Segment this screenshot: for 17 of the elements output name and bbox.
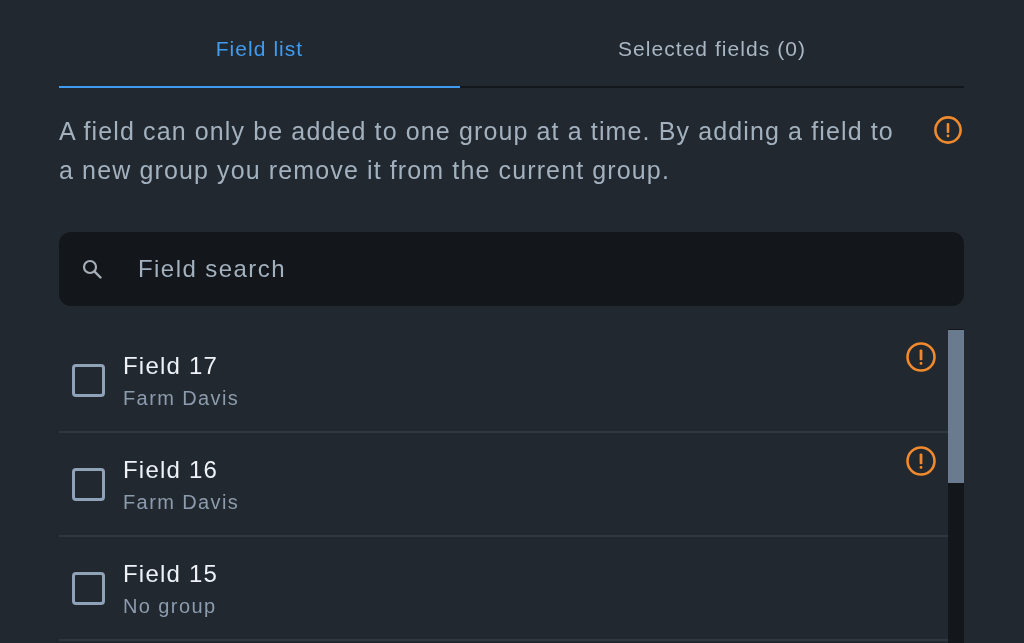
field-name: Field 15 bbox=[123, 558, 218, 589]
group-name: No group bbox=[123, 593, 217, 619]
scrollbar-thumb[interactable] bbox=[948, 330, 964, 483]
field-name: Field 16 bbox=[123, 454, 218, 485]
warning-icon bbox=[934, 116, 962, 144]
search-field[interactable]: Field search bbox=[59, 232, 964, 306]
checkbox[interactable] bbox=[72, 571, 105, 605]
scrollbar[interactable] bbox=[948, 329, 964, 643]
tab[interactable]: Selected fields (0) bbox=[460, 0, 964, 88]
group-name: Farm Davis bbox=[123, 385, 240, 411]
field-name: Field 17 bbox=[123, 350, 218, 381]
checkbox[interactable] bbox=[72, 467, 105, 501]
checkbox[interactable] bbox=[72, 363, 105, 397]
tab[interactable]: Field list bbox=[59, 0, 460, 88]
search-icon bbox=[82, 259, 102, 279]
group-name: Farm Davis bbox=[123, 489, 240, 515]
notice-text: A field can only be added to one group at a time. By adding a field to a new group you remove it from the current group. bbox=[59, 116, 895, 186]
